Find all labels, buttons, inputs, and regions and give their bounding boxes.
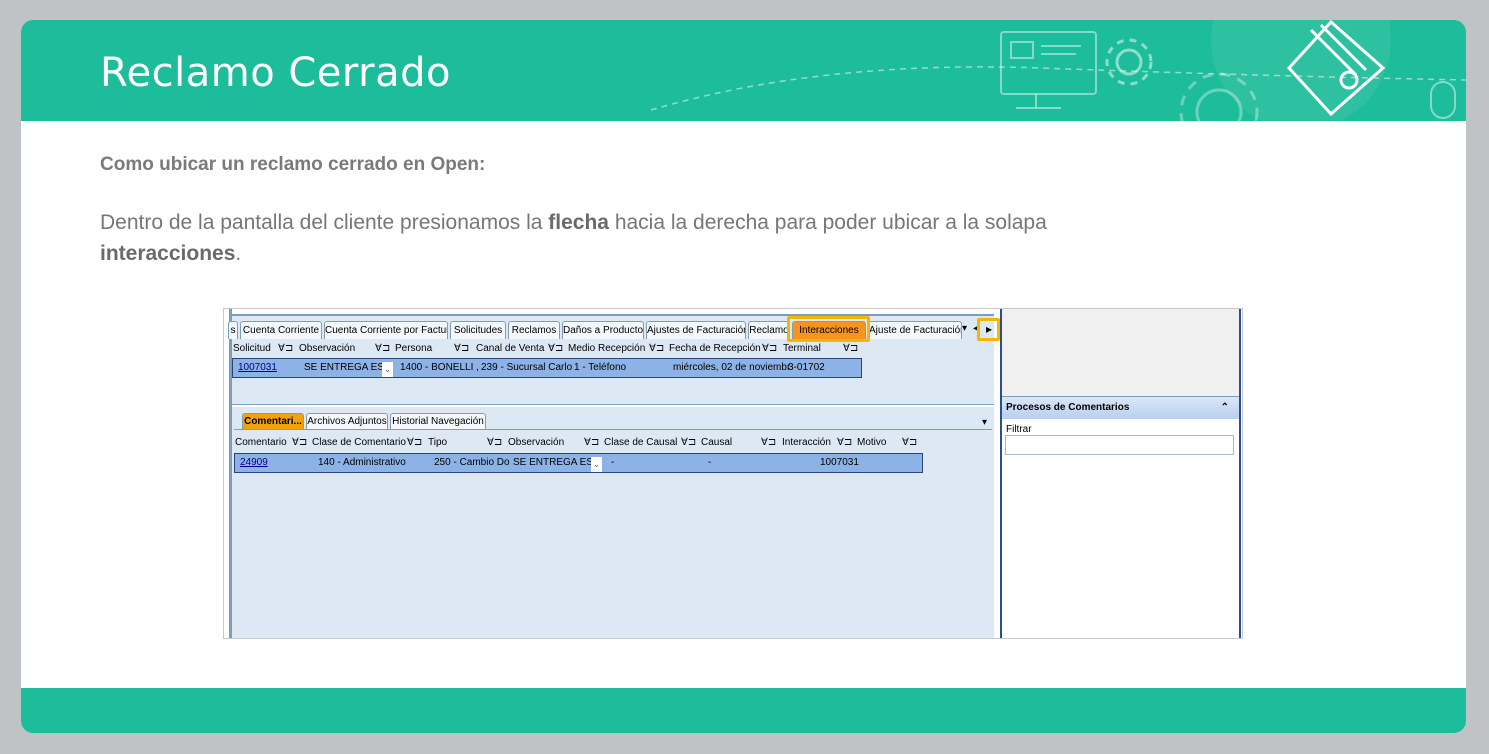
expand-icon[interactable]: ⌄ <box>382 362 393 377</box>
tab-cuenta-corriente[interactable]: Cuenta Corriente <box>240 321 322 339</box>
tab-solicitudes[interactable]: Solicitudes <box>450 321 506 339</box>
col-solicitud[interactable]: Solicitud <box>233 343 271 354</box>
table-row[interactable]: 24909 140 - Administrativo 250 - Cambio … <box>234 453 923 473</box>
filter-icon[interactable]: ∀⊐ <box>454 343 469 354</box>
right-panel-top <box>1002 309 1239 397</box>
col-interaccion[interactable]: Interacción <box>782 437 831 448</box>
filter-icon[interactable]: ∀⊐ <box>487 437 502 448</box>
cell-tipo: 250 - Cambio Do <box>434 457 510 468</box>
filter-icon[interactable]: ∀⊐ <box>681 437 696 448</box>
filter-icon[interactable]: ∀⊐ <box>761 437 776 448</box>
collapse-icon[interactable]: ⌃ <box>1221 397 1229 419</box>
cell-solicitud[interactable]: 1007031 <box>238 362 277 373</box>
col-observacion-2[interactable]: Observación <box>508 437 564 448</box>
main-panel: s Cuenta Corriente Cuenta Corriente por … <box>228 309 1000 638</box>
instruction-bold-interacciones: interacciones <box>100 242 236 265</box>
subtab-comentarios[interactable]: Comentari... <box>242 413 304 430</box>
instruction-part: . <box>235 242 242 265</box>
tab-cuenta-corriente-factura[interactable]: Cuenta Corriente por Factura <box>324 321 448 339</box>
subtab-historial-navegacion[interactable]: Historial Navegación <box>390 413 486 430</box>
col-motivo[interactable]: Motivo <box>857 437 886 448</box>
tab-overflow-icon[interactable]: ▾ <box>962 323 967 334</box>
col-clase-comentario[interactable]: Clase de Comentario <box>312 437 406 448</box>
cell-terminal: 3-01702 <box>788 362 825 373</box>
col-tipo[interactable]: Tipo <box>428 437 447 448</box>
highlight-interacciones <box>787 316 870 342</box>
filter-icon[interactable]: ∀⊐ <box>584 437 599 448</box>
slide-footer <box>21 688 1466 733</box>
cell-observacion: SE ENTREGA ES <box>304 362 385 373</box>
instruction-part: hacia la derecha para poder ubicar a la … <box>608 211 1047 234</box>
sub-column-headers: Comentario ∀⊐ Clase de Comentario ∀⊐ Tip… <box>234 436 917 450</box>
filter-icon[interactable]: ∀⊐ <box>902 437 917 448</box>
cell-medio: 1 - Teléfono <box>574 362 627 373</box>
app-screenshot: s Cuenta Corriente Cuenta Corriente por … <box>223 308 1243 639</box>
tab-reclamos[interactable]: Reclamos <box>508 321 560 339</box>
filter-icon[interactable]: ∀⊐ <box>278 343 293 354</box>
cell-canal: 239 - Sucursal Carlo <box>481 362 573 373</box>
filter-input[interactable] <box>1005 435 1234 455</box>
tab-danos-producto[interactable]: Daños a Producto <box>562 321 644 339</box>
cell-causal: - <box>708 457 712 468</box>
col-observacion[interactable]: Observación <box>299 343 355 354</box>
procesos-comentarios-title: Procesos de Comentarios <box>1006 402 1130 413</box>
comments-panel: Comentario ∀⊐ Clase de Comentario ∀⊐ Tip… <box>234 429 992 638</box>
tab-strip: s Cuenta Corriente Cuenta Corriente por … <box>228 321 992 339</box>
col-fecha-recepcion[interactable]: Fecha de Recepción <box>669 343 761 354</box>
col-persona[interactable]: Persona <box>395 343 432 354</box>
cell-interaccion: 1007031 <box>820 457 859 468</box>
instruction-text: Dentro de la pantalla del cliente presio… <box>100 207 1180 269</box>
filter-icon[interactable]: ∀⊐ <box>548 343 563 354</box>
column-headers: Solicitud ∀⊐ Observación ∀⊐ Persona ∀⊐ C… <box>232 342 862 356</box>
expand-icon[interactable]: ⌄ <box>591 457 602 472</box>
filter-icon[interactable]: ∀⊐ <box>407 437 422 448</box>
intro-heading: Como ubicar un reclamo cerrado en Open: <box>100 154 486 175</box>
col-terminal[interactable]: Terminal <box>783 343 821 354</box>
slide: Reclamo Cerrado Como ubicar un reclamo c… <box>21 20 1466 733</box>
instruction-part: Dentro de la pantalla del cliente presio… <box>100 211 549 234</box>
filter-icon[interactable]: ∀⊐ <box>292 437 307 448</box>
filter-icon[interactable]: ∀⊐ <box>843 343 858 354</box>
highlight-arrow <box>977 318 1000 341</box>
procesos-comentarios-header[interactable]: Procesos de Comentarios ⌃ <box>1002 397 1239 419</box>
col-canal-venta[interactable]: Canal de Venta <box>476 343 544 354</box>
filter-icon[interactable]: ∀⊐ <box>649 343 664 354</box>
subtab-archivos-adjuntos[interactable]: Archivos Adjuntos <box>306 413 388 430</box>
tab-ajustes-facturacion[interactable]: Ajustes de Facturación <box>646 321 746 339</box>
cell-persona: 1400 - BONELLI , <box>400 362 479 373</box>
col-medio-recepcion[interactable]: Medio Recepción <box>568 343 645 354</box>
col-causal[interactable]: Causal <box>701 437 732 448</box>
cell-fecha: miércoles, 02 de noviembr <box>673 362 791 373</box>
filter-icon[interactable]: ∀⊐ <box>837 437 852 448</box>
cell-comentario[interactable]: 24909 <box>240 457 268 468</box>
cell-clase-causal: - <box>611 457 615 468</box>
right-panel: Procesos de Comentarios ⌃ Filtrar <box>1000 309 1241 638</box>
tab-reclamo[interactable]: Reclamo <box>748 321 790 339</box>
table-row[interactable]: 1007031 SE ENTREGA ES ⌄ 1400 - BONELLI ,… <box>232 358 862 378</box>
top-border <box>232 309 994 316</box>
slide-header: Reclamo Cerrado <box>21 20 1466 121</box>
cell-clase-comentario: 140 - Administrativo <box>318 457 406 468</box>
tab-partial[interactable]: s <box>228 321 238 339</box>
subtab-overflow-icon[interactable]: ▾ <box>982 417 987 428</box>
cell-observacion: SE ENTREGA ES <box>513 457 594 468</box>
instruction-bold-flecha: flecha <box>548 211 609 234</box>
header-decoration-icons <box>650 20 1466 121</box>
splitter[interactable] <box>232 404 994 407</box>
filter-icon[interactable]: ∀⊐ <box>375 343 390 354</box>
tab-ajuste-facturacion[interactable]: Ajuste de Facturación <box>868 321 962 339</box>
mouse-icon <box>1430 81 1456 119</box>
slide-title: Reclamo Cerrado <box>100 50 451 96</box>
col-clase-causal[interactable]: Clase de Causal <box>604 437 677 448</box>
col-comentario[interactable]: Comentario <box>235 437 287 448</box>
gear-icon <box>1105 38 1153 86</box>
filter-label: Filtrar <box>1006 424 1032 435</box>
filter-icon[interactable]: ∀⊐ <box>762 343 777 354</box>
